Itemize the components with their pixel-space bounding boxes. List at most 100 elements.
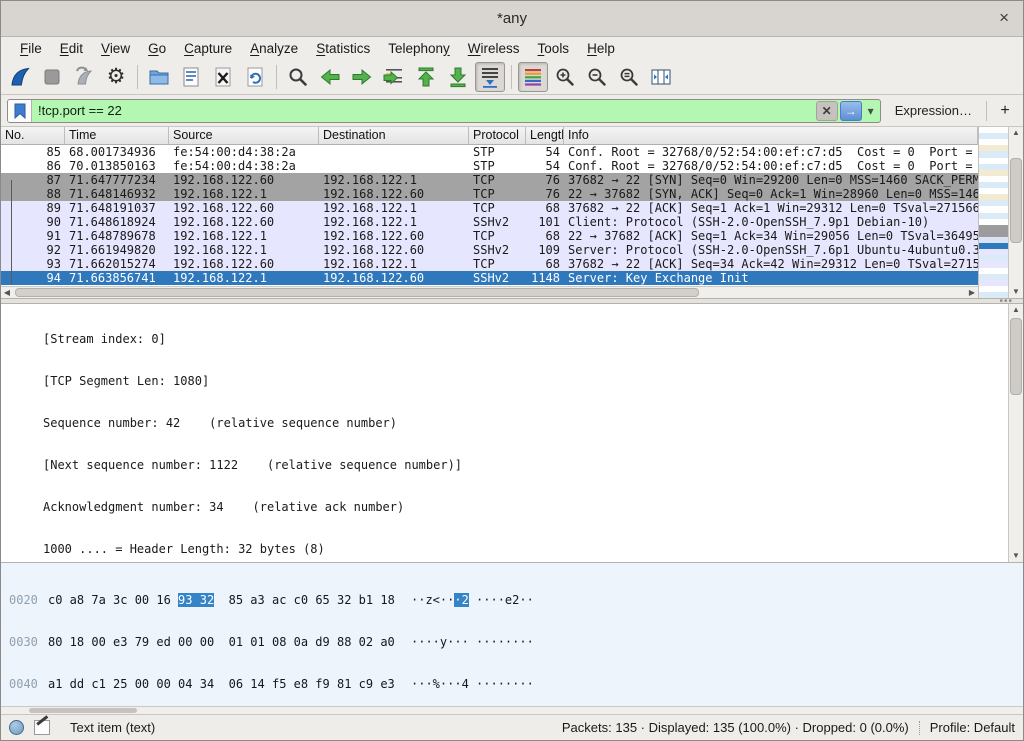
menu-edit[interactable]: Edit xyxy=(51,39,92,58)
close-window-icon[interactable]: × xyxy=(999,9,1009,26)
filter-value[interactable]: !tcp.port == 22 xyxy=(32,103,816,118)
packet-minimap[interactable] xyxy=(978,127,1008,298)
zoom-in-button[interactable] xyxy=(550,62,580,92)
ascii-highlight: ·2 xyxy=(454,593,468,607)
packet-protocol: TCP xyxy=(469,187,526,201)
menu-statistics[interactable]: Statistics xyxy=(307,39,379,58)
packet-row[interactable]: 9171.648789678192.168.122.1192.168.122.6… xyxy=(1,229,978,243)
packet-counts-text: Packets: 135 · Displayed: 135 (100.0%) ·… xyxy=(562,720,909,735)
packet-row[interactable]: 8568.001734936fe:54:00:d4:38:2aSTP54Conf… xyxy=(1,145,978,159)
filter-clear-button[interactable]: ✕ xyxy=(816,101,838,121)
go-to-packet-button[interactable] xyxy=(379,62,409,92)
packet-row[interactable]: 8871.648146932192.168.122.1192.168.122.6… xyxy=(1,187,978,201)
hscroll-thumb[interactable] xyxy=(29,708,137,713)
scroll-down-icon[interactable]: ▼ xyxy=(1009,550,1023,562)
go-first-button[interactable] xyxy=(411,62,441,92)
menu-tools[interactable]: Tools xyxy=(529,39,579,58)
detail-line[interactable]: [TCP Segment Len: 1080] xyxy=(1,374,1008,388)
scroll-left-icon[interactable]: ◀ xyxy=(1,287,13,298)
hex-hscrollbar[interactable] xyxy=(1,706,1023,714)
hex-row[interactable]: 003080 18 00 e3 79 ed 00 00 01 01 08 0a … xyxy=(1,635,1023,649)
packet-no: 93 xyxy=(1,257,65,271)
hex-row[interactable]: 0020c0 a8 7a 3c 00 16 93 32 85 a3 ac c0 … xyxy=(1,593,1023,607)
detail-line[interactable]: Sequence number: 42 (relative sequence n… xyxy=(1,416,1008,430)
column-header-length[interactable]: Length xyxy=(526,127,564,144)
packet-protocol: TCP xyxy=(469,201,526,215)
go-last-button[interactable] xyxy=(443,62,473,92)
restart-capture-button[interactable] xyxy=(69,62,99,92)
detail-line[interactable]: Acknowledgment number: 34 (relative ack … xyxy=(1,500,1008,514)
close-file-icon xyxy=(211,65,235,89)
vscroll-thumb[interactable] xyxy=(1010,318,1022,395)
column-header-source[interactable]: Source xyxy=(169,127,319,144)
packet-list-vscrollbar[interactable]: ▲ ▼ xyxy=(1008,127,1023,298)
colorize-packets-button[interactable] xyxy=(518,62,548,92)
menu-view[interactable]: View xyxy=(92,39,139,58)
packet-row[interactable]: 9371.662015274192.168.122.60192.168.122.… xyxy=(1,257,978,271)
menu-telephony[interactable]: Telephony xyxy=(379,39,459,58)
capture-comment-icon[interactable] xyxy=(34,720,50,735)
pane-divider[interactable]: ••• xyxy=(1,299,1023,304)
auto-scroll-button[interactable] xyxy=(475,62,505,92)
zoom-100-button[interactable] xyxy=(614,62,644,92)
go-forward-button[interactable] xyxy=(347,62,377,92)
reload-file-button[interactable] xyxy=(240,62,270,92)
go-back-button[interactable] xyxy=(315,62,345,92)
packet-length: 54 xyxy=(526,145,564,159)
packet-time: 71.648618924 xyxy=(65,215,169,229)
column-header-time[interactable]: Time xyxy=(65,127,169,144)
hscroll-thumb[interactable] xyxy=(15,288,699,297)
packet-row[interactable]: 9271.661949820192.168.122.1192.168.122.6… xyxy=(1,243,978,257)
filter-bookmark-button[interactable] xyxy=(8,100,32,122)
packet-row[interactable]: 8670.013850163fe:54:00:d4:38:2aSTP54Conf… xyxy=(1,159,978,173)
hex-row[interactable]: 0040a1 dd c1 25 00 00 04 34 06 14 f5 e8 … xyxy=(1,677,1023,691)
stop-capture-button[interactable] xyxy=(37,62,67,92)
packet-time: 71.648146932 xyxy=(65,187,169,201)
menu-analyze[interactable]: Analyze xyxy=(241,39,307,58)
zoom-out-button[interactable] xyxy=(582,62,612,92)
menu-wireless[interactable]: Wireless xyxy=(459,39,529,58)
scroll-right-icon[interactable]: ▶ xyxy=(966,287,978,298)
packet-protocol: TCP xyxy=(469,257,526,271)
expert-info-icon[interactable] xyxy=(9,720,24,735)
detail-line[interactable]: 1000 .... = Header Length: 32 bytes (8) xyxy=(1,542,1008,556)
column-header-info[interactable]: Info xyxy=(564,127,978,144)
zoom-in-icon xyxy=(553,65,577,89)
filter-apply-button[interactable]: → xyxy=(840,101,862,121)
details-vscrollbar[interactable]: ▲ ▼ xyxy=(1008,304,1023,562)
start-capture-button[interactable] xyxy=(5,62,35,92)
find-packet-button[interactable] xyxy=(283,62,313,92)
packet-row-selected[interactable]: 9471.663856741192.168.122.1192.168.122.6… xyxy=(1,271,978,285)
profile-text[interactable]: Profile: Default xyxy=(930,720,1015,735)
column-header-protocol[interactable]: Protocol xyxy=(469,127,526,144)
packet-length: 68 xyxy=(526,229,564,243)
packet-list-hscrollbar[interactable]: ◀ ▶ xyxy=(1,286,978,298)
menu-go[interactable]: Go xyxy=(139,39,175,58)
detail-line[interactable]: [Next sequence number: 1122 (relative se… xyxy=(1,458,1008,472)
detail-line[interactable]: [Stream index: 0] xyxy=(1,332,1008,346)
packet-time: 68.001734936 xyxy=(65,145,169,159)
packet-row[interactable]: 8771.647777234192.168.122.60192.168.122.… xyxy=(1,173,978,187)
open-file-button[interactable] xyxy=(144,62,174,92)
save-file-button[interactable] xyxy=(176,62,206,92)
menu-file[interactable]: File xyxy=(11,39,51,58)
arrow-top-icon xyxy=(414,65,438,89)
display-filter-input[interactable]: !tcp.port == 22 ✕ → ▾ xyxy=(7,99,881,123)
filter-dropdown-icon[interactable]: ▾ xyxy=(864,101,878,121)
column-header-no[interactable]: No. xyxy=(1,127,65,144)
scroll-up-icon[interactable]: ▲ xyxy=(1009,127,1023,139)
capture-options-button[interactable]: ⚙ xyxy=(101,62,131,92)
packet-row[interactable]: 9071.648618924192.168.122.60192.168.122.… xyxy=(1,215,978,229)
add-filter-button[interactable]: + xyxy=(993,102,1017,120)
scroll-up-icon[interactable]: ▲ xyxy=(1009,304,1023,316)
menu-capture[interactable]: Capture xyxy=(175,39,241,58)
packet-row[interactable]: 8971.648191037192.168.122.60192.168.122.… xyxy=(1,201,978,215)
vscroll-thumb[interactable] xyxy=(1010,158,1022,244)
hex-highlight: 93 32 xyxy=(178,593,214,607)
resize-columns-button[interactable] xyxy=(646,62,676,92)
column-header-destination[interactable]: Destination xyxy=(319,127,469,144)
close-file-button[interactable] xyxy=(208,62,238,92)
gear-icon: ⚙ xyxy=(107,66,126,87)
menu-help[interactable]: Help xyxy=(578,39,624,58)
expression-button[interactable]: Expression… xyxy=(887,103,980,118)
